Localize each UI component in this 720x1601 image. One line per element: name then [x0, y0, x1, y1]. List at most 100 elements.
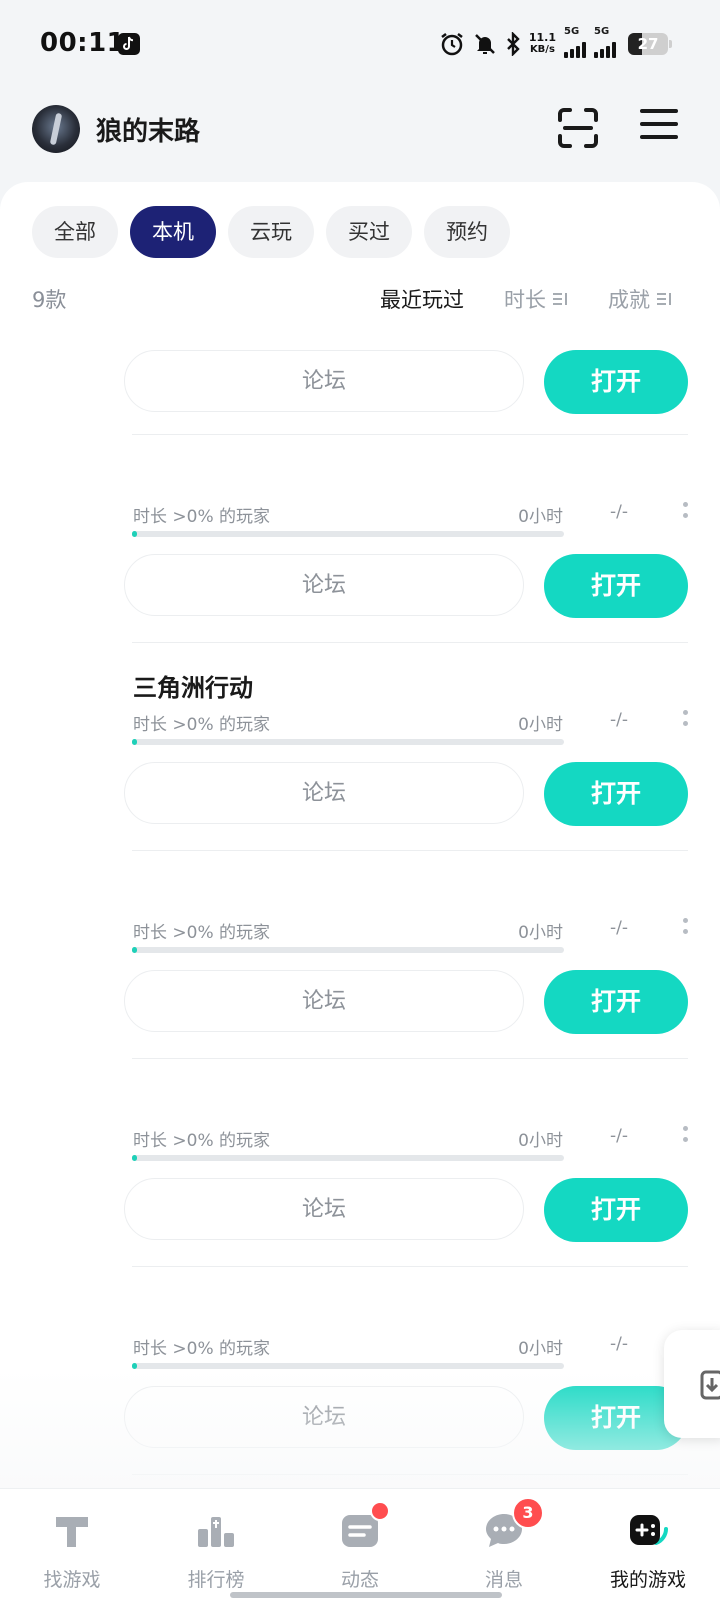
net-speed-value: 11.1: [528, 31, 556, 44]
divider: [132, 642, 688, 643]
sort-icon: [553, 293, 567, 305]
battery-level: 27: [637, 35, 659, 53]
stat-hours: 0小时: [518, 923, 563, 943]
stat-hours: 0小时: [518, 507, 563, 527]
username[interactable]: 狼的末路: [96, 111, 200, 148]
net-speed-unit: KB/s: [529, 44, 555, 55]
nav-my-games[interactable]: 我的游戏: [576, 1489, 720, 1601]
divider: [132, 434, 688, 435]
header: 狼的末路: [0, 95, 720, 165]
nav-label: 消息: [484, 1569, 523, 1591]
game-list: 论坛 打开 时长 >0% 的玩家 0小时 -/- 论坛 打开 三角洲行动 时长 …: [0, 344, 720, 1476]
battery-icon: 27: [628, 33, 672, 55]
floating-download-tab[interactable]: [664, 1330, 720, 1438]
more-icon[interactable]: [683, 918, 689, 940]
my-games-panel: 全部 本机 云玩 买过 预约 9款 最近玩过 时长 成就 论坛 打开 时长 >0…: [0, 182, 720, 1488]
tab-reserved[interactable]: 预约: [424, 206, 510, 258]
forum-button[interactable]: 论坛: [124, 554, 524, 616]
scan-icon: [558, 108, 598, 148]
sort-achievement-label: 成就: [608, 288, 650, 312]
menu-button[interactable]: [640, 109, 678, 147]
tab-cloud[interactable]: 云玩: [228, 206, 314, 258]
list-item: 时长 >0% 的玩家 0小时 -/- 论坛 打开: [0, 852, 720, 1060]
sort-icon: [657, 293, 671, 305]
signal-sim2-icon: 5G: [594, 26, 616, 58]
stat-hours: 0小时: [518, 715, 563, 735]
forum-button[interactable]: 论坛: [124, 1178, 524, 1240]
forum-button[interactable]: 论坛: [124, 350, 524, 412]
avatar[interactable]: [32, 105, 80, 153]
find-game-icon: [56, 1517, 88, 1547]
sort-duration-label: 时长: [504, 288, 546, 312]
forum-button[interactable]: 论坛: [124, 1386, 524, 1448]
stat-rank: -/-: [610, 1334, 628, 1354]
game-title: 三角洲行动: [133, 674, 253, 702]
stat-hours: 0小时: [518, 1339, 563, 1359]
list-item: 时长 >0% 的玩家 0小时 -/- 论坛 打开: [0, 1268, 720, 1476]
nav-find-game[interactable]: 找游戏: [0, 1489, 144, 1601]
filter-tabs: 全部 本机 云玩 买过 预约: [32, 206, 510, 258]
bluetooth-icon: [507, 32, 520, 56]
open-button[interactable]: 打开: [544, 970, 688, 1034]
divider: [132, 1474, 688, 1475]
more-icon[interactable]: [683, 502, 689, 524]
open-button[interactable]: 打开: [544, 554, 688, 618]
forum-button[interactable]: 论坛: [124, 762, 524, 824]
stat-hours: 0小时: [518, 1131, 563, 1151]
more-icon[interactable]: [683, 1126, 689, 1148]
status-time: 00:11: [40, 28, 126, 58]
nav-label: 我的游戏: [609, 1569, 686, 1591]
nav-label: 动态: [340, 1569, 379, 1591]
list-item: 时长 >0% 的玩家 0小时 -/- 论坛 打开: [0, 1060, 720, 1268]
nav-label: 排行榜: [187, 1569, 245, 1591]
scan-button[interactable]: [557, 107, 599, 149]
progress-bar: [132, 531, 564, 537]
status-bar: 00:11 11.1 KB/s 5G 5G 27: [0, 0, 720, 90]
tab-purchased[interactable]: 买过: [326, 206, 412, 258]
more-icon[interactable]: [683, 710, 689, 732]
my-games-icon: [630, 1515, 668, 1545]
stat-rank: -/-: [610, 710, 628, 730]
stat-rank: -/-: [610, 918, 628, 938]
progress-bar: [132, 1155, 564, 1161]
list-item: 时长 >0% 的玩家 0小时 -/- 论坛 打开: [0, 436, 720, 644]
nav-label: 找游戏: [43, 1569, 101, 1591]
nav-feed[interactable]: 动态: [288, 1489, 432, 1601]
stat-rank: -/-: [610, 1126, 628, 1146]
progress-bar: [132, 739, 564, 745]
tab-all[interactable]: 全部: [32, 206, 118, 258]
tab-local[interactable]: 本机: [130, 206, 216, 258]
list-item: 三角洲行动 时长 >0% 的玩家 0小时 -/- 论坛 打开: [0, 644, 720, 852]
divider: [132, 850, 688, 851]
ranking-icon: [198, 1517, 234, 1547]
sort-duration[interactable]: 时长: [504, 284, 568, 314]
divider: [132, 1266, 688, 1267]
stat-label: 时长 >0% 的玩家: [133, 507, 271, 527]
stat-rank: -/-: [610, 502, 628, 522]
nav-ranking[interactable]: 排行榜: [144, 1489, 288, 1601]
stat-label: 时长 >0% 的玩家: [133, 1131, 271, 1151]
menu-icon: [640, 109, 678, 113]
open-button[interactable]: 打开: [544, 350, 688, 414]
game-count: 9款: [32, 288, 67, 312]
download-icon: [700, 1370, 720, 1400]
net-speed: 11.1 KB/s: [529, 32, 556, 56]
open-button[interactable]: 打开: [544, 1178, 688, 1242]
alarm-icon: [441, 33, 463, 56]
forum-button[interactable]: 论坛: [124, 970, 524, 1032]
sim1-label: 5G: [564, 26, 580, 37]
status-icons: 11.1 KB/s 5G 5G 27: [439, 26, 672, 60]
mute-icon: [474, 34, 495, 54]
progress-bar: [132, 947, 564, 953]
divider: [132, 1058, 688, 1059]
sort-recent[interactable]: 最近玩过: [380, 284, 464, 314]
open-button[interactable]: 打开: [544, 762, 688, 826]
nav-messages[interactable]: 3 消息: [432, 1489, 576, 1601]
home-indicator[interactable]: [230, 1592, 502, 1598]
bottom-nav: 找游戏 排行榜 动态 3 消息 我的游戏: [0, 1488, 720, 1601]
message-count-badge: 3: [512, 1497, 544, 1529]
progress-bar: [132, 1363, 564, 1369]
sort-achievement[interactable]: 成就: [608, 284, 672, 314]
stat-label: 时长 >0% 的玩家: [133, 715, 271, 735]
list-item: 论坛 打开: [0, 344, 720, 436]
